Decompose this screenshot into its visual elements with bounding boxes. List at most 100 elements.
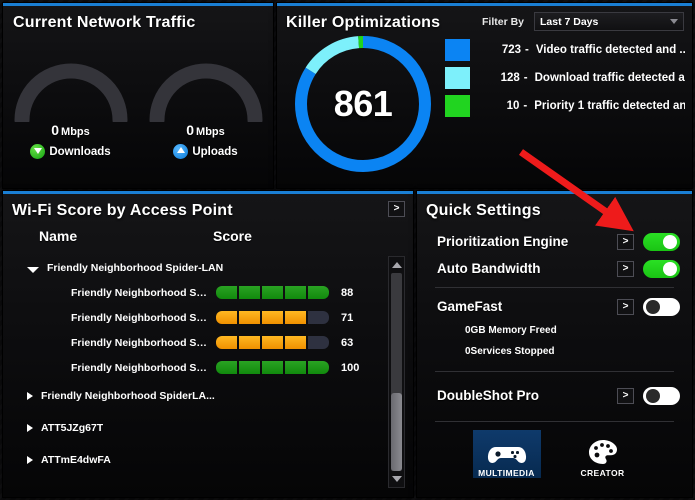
setting-row-gamefast[interactable]: GameFast > — [417, 293, 692, 320]
legend-dash-download: - — [524, 72, 528, 84]
access-point-group-row[interactable]: ATT5JZg67T — [3, 416, 385, 440]
wifi-list-scrollbar[interactable] — [388, 256, 405, 488]
legend-dash-priority: - — [523, 100, 527, 112]
upload-gauge: 0Mbps Uploads — [138, 44, 273, 184]
gamepad-icon — [487, 440, 527, 466]
access-point-name: Friendly Neighborhood Spide... — [71, 287, 211, 299]
wifi-table-header: Name Score — [3, 228, 413, 252]
score-value: 88 — [341, 287, 367, 299]
scroll-up-arrow-icon[interactable] — [392, 262, 402, 268]
gamefast-toggle[interactable] — [643, 298, 680, 316]
download-gauge: 0Mbps Downloads — [3, 44, 138, 184]
gamefast-services-stopped: 0Services Stopped — [417, 341, 692, 362]
scroll-down-arrow-icon[interactable] — [392, 476, 402, 482]
setting-label-auto-bandwidth: Auto Bandwidth — [437, 261, 617, 276]
quick-settings-list: Prioritization Engine > Auto Bandwidth >… — [417, 228, 692, 478]
mode-button-creator[interactable]: CREATOR — [569, 430, 637, 478]
access-point-name: Friendly Neighborhood SpiderLA... — [41, 390, 215, 402]
gamefast-details-button[interactable]: > — [617, 299, 634, 315]
upload-direction: Uploads — [138, 144, 273, 159]
access-point-group-row[interactable]: ATTmE4dwFA — [3, 448, 385, 472]
score-value: 71 — [341, 312, 367, 324]
legend-text-video: Video traffic detected and ... — [536, 44, 685, 56]
score-bar — [216, 311, 329, 324]
expand-triangle-closed-icon[interactable] — [27, 456, 33, 464]
download-arrow-icon — [30, 144, 45, 159]
setting-label-gamefast: GameFast — [437, 299, 617, 314]
mode-button-multimedia[interactable]: MULTIMEDIA — [473, 430, 541, 478]
prioritization-engine-details-button[interactable]: > — [617, 234, 634, 250]
optimizations-total: 861 — [289, 30, 437, 178]
scrollbar-thumb[interactable] — [391, 393, 402, 471]
filter-controls: Filter By Last 7 Days — [482, 12, 684, 31]
access-point-name: ATTmE4dwFA — [41, 454, 111, 466]
current-network-traffic-panel: Current Network Traffic 0Mbps Downloads — [3, 3, 273, 188]
legend-item-priority[interactable]: 10 - Priority 1 traffic detected an... — [445, 92, 685, 120]
doubleshot-pro-toggle[interactable] — [643, 387, 680, 405]
access-point-child-row[interactable]: Friendly Neighborhood Spide... 88 — [3, 280, 385, 305]
mode-selector: MULTIMEDIA CREATOR — [417, 430, 692, 478]
download-gauge-arc — [12, 60, 130, 127]
access-point-child-row[interactable]: Friendly Neighborhood Spide... 100 — [3, 355, 385, 380]
doubleshot-pro-details-button[interactable]: > — [617, 388, 634, 404]
access-point-name: Friendly Neighborhood Spide... — [71, 337, 211, 349]
chevron-down-icon — [670, 19, 678, 24]
killer-control-center-window: Current Network Traffic 0Mbps Downloads — [0, 0, 695, 500]
traffic-gauges: 0Mbps Downloads 0Mbps Uplo — [3, 44, 273, 184]
filter-by-label: Filter By — [482, 16, 524, 28]
legend-count-video: 723 — [484, 44, 521, 56]
score-bar — [216, 336, 329, 349]
upload-arrow-icon — [173, 144, 188, 159]
access-point-child-row[interactable]: Friendly Neighborhood Spide... 71 — [3, 305, 385, 330]
divider — [435, 371, 674, 372]
legend-swatch-video — [445, 39, 470, 61]
score-bar — [216, 286, 329, 299]
mode-label-creator: CREATOR — [580, 468, 624, 478]
setting-row-prioritization-engine[interactable]: Prioritization Engine > — [417, 228, 692, 255]
score-value: 100 — [341, 362, 367, 374]
wifi-access-point-list: Friendly Neighborhood Spider-LAN Friendl… — [3, 256, 385, 492]
score-bar — [216, 361, 329, 374]
legend-item-video[interactable]: 723 - Video traffic detected and ... — [445, 36, 685, 64]
quick-settings-panel: Quick Settings Prioritization Engine > A… — [417, 191, 692, 497]
legend-swatch-priority — [445, 95, 470, 117]
panel-title-wifi-score: Wi-Fi Score by Access Point — [12, 202, 233, 220]
auto-bandwidth-details-button[interactable]: > — [617, 261, 634, 277]
upload-speed: 0Mbps — [138, 122, 273, 138]
score-value: 63 — [341, 337, 367, 349]
download-direction: Downloads — [3, 144, 138, 159]
column-header-score: Score — [213, 228, 252, 244]
access-point-name: Friendly Neighborhood Spide... — [71, 362, 211, 374]
access-point-group-row[interactable]: Friendly Neighborhood Spider-LAN — [3, 256, 385, 280]
palette-icon — [587, 438, 619, 466]
setting-row-doubleshot-pro[interactable]: DoubleShot Pro > — [417, 382, 692, 409]
column-header-name: Name — [39, 228, 77, 244]
expand-triangle-closed-icon[interactable] — [27, 424, 33, 432]
gamefast-memory-freed: 0GB Memory Freed — [417, 320, 692, 341]
legend-text-priority: Priority 1 traffic detected an... — [534, 100, 685, 112]
expand-triangle-open-icon[interactable] — [27, 267, 39, 273]
wifi-expand-button[interactable]: > — [388, 201, 405, 217]
access-point-name: ATT5JZg67T — [41, 422, 103, 434]
legend-count-priority: 10 — [484, 100, 519, 112]
optimizations-donut-chart: 861 — [289, 30, 437, 183]
setting-row-auto-bandwidth[interactable]: Auto Bandwidth > — [417, 255, 692, 282]
setting-label-prioritization-engine: Prioritization Engine — [437, 234, 617, 249]
access-point-child-row[interactable]: Friendly Neighborhood Spide... 63 — [3, 330, 385, 355]
access-point-group-row[interactable]: Friendly Neighborhood SpiderLA... — [3, 384, 385, 408]
legend-swatch-download — [445, 67, 470, 89]
expand-triangle-closed-icon[interactable] — [27, 392, 33, 400]
panel-title-network-traffic: Current Network Traffic — [13, 14, 195, 32]
prioritization-engine-toggle[interactable] — [643, 233, 680, 251]
download-speed-unit: Mbps — [61, 126, 90, 138]
filter-by-dropdown[interactable]: Last 7 Days — [534, 12, 684, 31]
legend-item-download[interactable]: 128 - Download traffic detected a... — [445, 64, 685, 92]
divider — [435, 287, 674, 288]
legend-text-download: Download traffic detected a... — [535, 72, 685, 84]
upload-label: Uploads — [192, 146, 237, 158]
auto-bandwidth-toggle[interactable] — [643, 260, 680, 278]
panel-title-quick-settings: Quick Settings — [426, 202, 541, 220]
legend-dash-video: - — [525, 44, 529, 56]
access-point-name: Friendly Neighborhood Spider-LAN — [47, 262, 223, 274]
divider — [435, 421, 674, 422]
